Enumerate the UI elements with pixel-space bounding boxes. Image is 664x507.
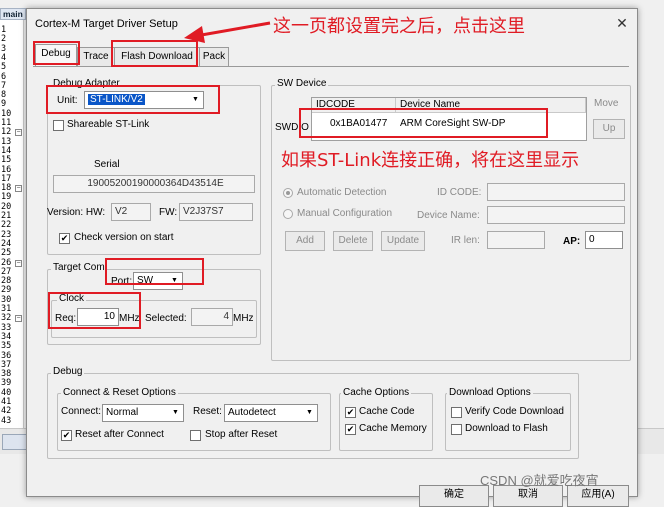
connect-select-value: Normal [106, 407, 139, 418]
editor-file-tab[interactable]: main [0, 8, 26, 20]
line-number: 15 [1, 155, 12, 166]
line-number: 42 [1, 406, 12, 417]
target-com-label: Target Com [51, 262, 107, 273]
manual-configuration-label: Manual Configuration [297, 208, 393, 219]
sw-device-label: SW Device [275, 78, 329, 89]
id-code-field [487, 183, 625, 201]
reset-label: Reset: [193, 406, 222, 417]
download-options-group [445, 393, 571, 451]
line-number: 5 [1, 62, 7, 73]
line-number: 22 [1, 220, 12, 231]
cache-options-group [339, 393, 433, 451]
tab-trace[interactable]: Trace [77, 47, 115, 66]
annotation-box-unit [46, 85, 220, 114]
fw-version-field: V2J37S7 [179, 203, 253, 221]
reset-select[interactable]: Autodetect ▼ [224, 404, 318, 422]
download-options-label: Download Options [447, 387, 533, 398]
annotation-middle-note: 如果ST-Link连接正确，将在这里显示 [281, 150, 580, 171]
move-up-button[interactable]: Up [593, 119, 625, 139]
fold-toggle-icon[interactable]: − [15, 185, 22, 193]
editor-line-gutter: 1 2 3 4 5 6 7 8 9 10 11 12−13 14 15 16 17 18−19 20 21 22 23 2… [0, 20, 24, 428]
hw-version-field: V2 [111, 203, 151, 221]
reset-after-connect-label: Reset after Connect [75, 429, 164, 440]
delete-device-button[interactable]: Delete [333, 231, 373, 251]
cache-memory-checkbox[interactable]: ✔ [345, 424, 356, 435]
cache-options-label: Cache Options [341, 387, 412, 398]
annotation-top-note: 这一页都设置完之后，点击这里 [273, 16, 525, 37]
fw-version-label: FW: [159, 207, 178, 218]
automatic-detection-radio[interactable] [283, 188, 293, 198]
cache-code-label: Cache Code [359, 406, 415, 417]
selected-clock-label: Selected: [145, 313, 187, 324]
close-icon[interactable]: ✕ [613, 15, 631, 33]
check-version-checkbox[interactable]: ✔ [59, 233, 70, 244]
cache-memory-label: Cache Memory [359, 423, 427, 434]
selected-clock-field: 4 [191, 308, 233, 326]
shareable-stlink-checkbox[interactable] [53, 120, 64, 131]
annotation-box-clock [48, 292, 141, 329]
line-number: 43 [1, 415, 12, 426]
add-device-button[interactable]: Add [285, 231, 325, 251]
line-number: 35 [1, 341, 12, 352]
annotation-arrow-icon [184, 21, 271, 43]
line-number: 2 [1, 34, 7, 45]
serial-label: Serial [94, 159, 120, 170]
fold-toggle-icon[interactable]: − [15, 259, 22, 267]
cache-code-checkbox[interactable]: ✔ [345, 407, 356, 418]
device-name-field [487, 206, 625, 224]
ok-button[interactable]: 确定 [419, 485, 489, 507]
connect-select[interactable]: Normal ▼ [102, 404, 184, 422]
ir-len-label: IR len: [451, 235, 480, 246]
line-number: 25 [1, 248, 12, 259]
ir-len-field [487, 231, 545, 249]
automatic-detection-label: Automatic Detection [297, 187, 387, 198]
annotation-box-device-row [299, 108, 548, 138]
selected-unit: MHz [233, 313, 254, 324]
reset-after-connect-checkbox[interactable]: ✔ [61, 430, 72, 441]
chevron-down-icon[interactable]: ▼ [169, 406, 182, 420]
stop-after-reset-label: Stop after Reset [205, 429, 278, 440]
serial-field: 19005200190000364D43514E [53, 175, 255, 193]
connect-reset-group [57, 393, 331, 451]
debug-options-label: Debug [51, 366, 85, 377]
verify-code-download-label: Verify Code Download [465, 406, 564, 417]
annotation-box-port [105, 258, 204, 285]
connect-label: Connect: [61, 406, 102, 417]
csdn-watermark: CSDN @就爱吃夜宵 [480, 473, 599, 488]
target-driver-setup-dialog: Cortex-M Target Driver Setup ✕ Debug Tra… [26, 8, 638, 507]
update-device-button[interactable]: Update [381, 231, 425, 251]
id-code-label: ID CODE: [437, 187, 482, 198]
annotation-box-debug-tab [33, 41, 80, 65]
manual-configuration-radio[interactable] [283, 209, 293, 219]
check-version-label: Check version on start [74, 232, 174, 243]
download-to-flash-checkbox[interactable] [451, 424, 462, 435]
reset-select-value: Autodetect [228, 407, 276, 418]
line-number: 12 [1, 127, 12, 138]
ap-label: AP: [563, 236, 581, 247]
stop-after-reset-checkbox[interactable] [190, 430, 201, 441]
fold-toggle-icon[interactable]: − [15, 129, 22, 137]
line-number: 32 [1, 313, 12, 324]
ap-field[interactable]: 0 [585, 231, 623, 249]
connect-reset-label: Connect & Reset Options [61, 387, 178, 398]
device-name-label: Device Name: [417, 210, 480, 221]
fold-toggle-icon[interactable]: − [15, 315, 22, 323]
verify-code-download-checkbox[interactable] [451, 407, 462, 418]
move-label: Move [594, 98, 619, 109]
download-to-flash-label: Download to Flash [465, 423, 548, 434]
shareable-stlink-label: Shareable ST-Link [67, 119, 150, 130]
bottom-tab[interactable] [2, 434, 28, 450]
chevron-down-icon[interactable]: ▼ [303, 406, 316, 420]
hw-version-label: Version: HW: [47, 207, 106, 218]
